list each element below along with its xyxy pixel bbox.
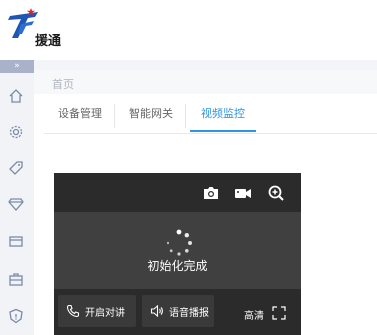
shield-icon[interactable] — [6, 306, 26, 326]
player-toolbar — [54, 173, 301, 212]
briefcase-icon[interactable] — [6, 269, 26, 289]
zoom-in-icon[interactable] — [267, 185, 285, 201]
voice-broadcast-button[interactable]: 语音播报 — [142, 295, 214, 327]
video-player[interactable]: 初始化完成 开启对讲 语音播报 高清 — [54, 173, 301, 335]
logo[interactable]: 援通 — [8, 8, 68, 52]
logo-text: 援通 — [35, 34, 62, 49]
screen-icon[interactable] — [6, 232, 26, 252]
player-status-text: 初始化完成 — [147, 259, 208, 273]
speaker-icon — [150, 304, 163, 318]
header: 援通 — [0, 0, 377, 60]
video-record-icon[interactable] — [234, 185, 252, 201]
tab-video-monitoring[interactable]: 视频监控 — [190, 102, 256, 132]
gear-icon[interactable] — [6, 122, 26, 142]
diamond-icon[interactable] — [6, 194, 26, 214]
voice-broadcast-label: 语音播报 — [169, 307, 209, 319]
player-control-bar: 开启对讲 语音播报 高清 — [54, 289, 301, 335]
tab-device-management[interactable]: 设备管理 — [50, 102, 110, 132]
page: 援通 » 首页 设备管理 智能网关 视频监控 初始化完成 开启对讲 语音播报 高… — [0, 0, 377, 335]
tab-smart-gateway[interactable]: 智能网关 — [120, 102, 182, 132]
camera-icon[interactable] — [202, 185, 220, 201]
loading-spinner-icon — [166, 229, 192, 256]
start-talk-button[interactable]: 开启对讲 — [58, 295, 136, 327]
phone-icon — [66, 304, 80, 318]
top-band — [34, 60, 377, 70]
sidebar: » — [0, 60, 34, 335]
tag-icon[interactable] — [6, 158, 26, 178]
fullscreen-icon[interactable] — [272, 306, 286, 320]
home-icon[interactable] — [6, 86, 26, 106]
breadcrumb: 首页 — [34, 70, 377, 94]
tab-divider — [114, 104, 115, 128]
start-talk-label: 开启对讲 — [85, 307, 125, 319]
tab-divider — [185, 104, 186, 128]
sidebar-toggle-button[interactable]: » — [0, 60, 34, 73]
quality-selector[interactable]: 高清 — [244, 307, 264, 322]
tab-bar: 设备管理 智能网关 视频监控 — [44, 96, 377, 134]
breadcrumb-home[interactable]: 首页 — [52, 76, 74, 92]
